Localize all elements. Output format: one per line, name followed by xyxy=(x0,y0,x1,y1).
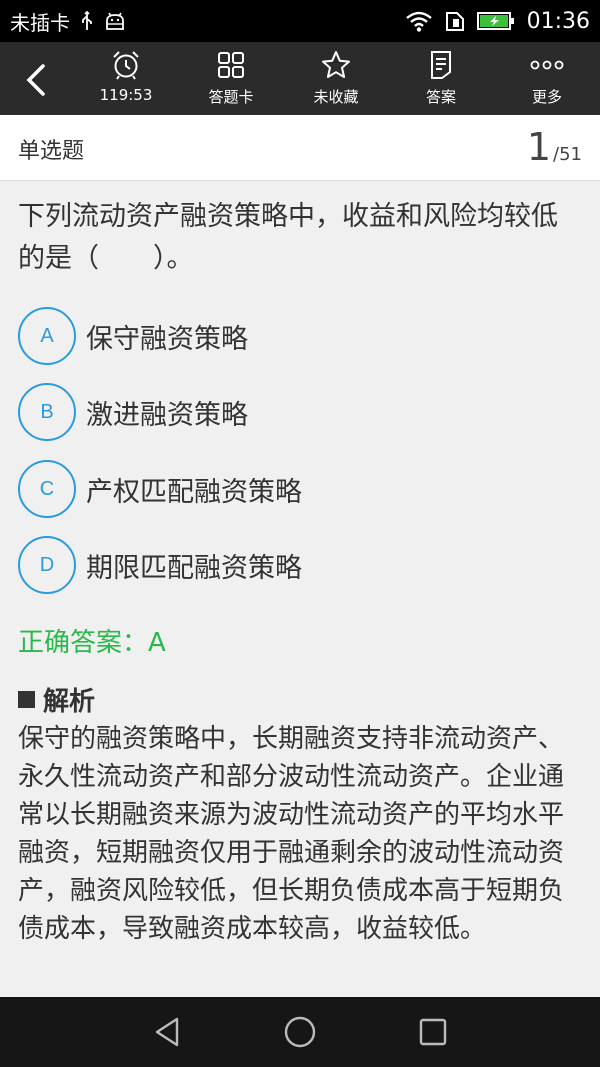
carrier-label: 未插卡 xyxy=(10,10,70,35)
option-a[interactable]: A 保守融资策略 xyxy=(18,306,588,366)
option-letter: C xyxy=(18,460,76,518)
question-type: 单选题 xyxy=(18,139,85,164)
option-d[interactable]: D 期限匹配融资策略 xyxy=(18,535,588,595)
more-button[interactable]: 更多 xyxy=(502,48,592,110)
clock: 01:36 xyxy=(526,8,590,34)
question-header: 单选题 1 /51 xyxy=(0,115,600,181)
battery-charging-icon xyxy=(476,11,515,31)
option-letter: B xyxy=(18,383,76,441)
analysis-title: 解析 xyxy=(18,681,95,718)
option-letter: A xyxy=(18,307,76,365)
alarm-clock-icon xyxy=(111,48,141,82)
back-button[interactable] xyxy=(14,58,58,102)
option-text: 激进融资策略 xyxy=(86,399,248,431)
status-bar: 未插卡 01:36 xyxy=(0,0,600,42)
toolbar: 119:53 答题卡 未收藏 答案 更多 xyxy=(0,42,600,115)
star-icon xyxy=(321,48,351,82)
circle-home-icon xyxy=(284,1016,316,1048)
more-label: 更多 xyxy=(531,88,562,106)
usb-icon xyxy=(80,11,94,31)
timer-label: 119:53 xyxy=(99,86,153,104)
answer-label: 答案 xyxy=(425,88,456,106)
nav-recents-button[interactable] xyxy=(413,1012,453,1052)
chevron-left-icon xyxy=(26,64,45,96)
option-text: 期限匹配融资策略 xyxy=(86,552,302,584)
square-bullet-icon xyxy=(18,691,35,708)
option-letter: D xyxy=(18,536,76,594)
square-recents-icon xyxy=(419,1018,447,1046)
no-sim-icon xyxy=(445,10,465,32)
navigation-bar xyxy=(0,997,600,1067)
favorite-label: 未收藏 xyxy=(313,88,359,106)
option-text: 产权匹配融资策略 xyxy=(86,476,302,508)
option-b[interactable]: B 激进融资策略 xyxy=(18,382,588,442)
timer-button[interactable]: 119:53 xyxy=(81,48,171,110)
grid-icon xyxy=(216,48,246,82)
answer-card-button[interactable]: 答题卡 xyxy=(186,48,276,110)
more-dots-icon xyxy=(530,48,564,82)
document-icon xyxy=(428,48,454,82)
question-counter: 1 /51 xyxy=(527,125,582,169)
option-c[interactable]: C 产权匹配融资策略 xyxy=(18,459,588,519)
triangle-back-icon xyxy=(155,1017,179,1047)
analysis-text: 保守的融资策略中，长期融资支持非流动资产、永久性流动资产和部分波动性流动资产。企… xyxy=(18,724,565,944)
option-text: 保守融资策略 xyxy=(86,323,248,355)
correct-answer: 正确答案：A xyxy=(18,628,166,658)
analysis-title-text: 解析 xyxy=(43,687,96,717)
total-questions: /51 xyxy=(553,144,582,165)
favorite-button[interactable]: 未收藏 xyxy=(291,48,381,110)
android-debug-icon xyxy=(104,11,126,31)
nav-back-button[interactable] xyxy=(147,1012,187,1052)
nav-home-button[interactable] xyxy=(280,1012,320,1052)
answer-button[interactable]: 答案 xyxy=(396,48,486,110)
wifi-icon xyxy=(405,10,433,32)
answer-card-label: 答题卡 xyxy=(208,88,254,106)
question-text: 下列流动资产融资策略中，收益和风险均较低的是（ ）。 xyxy=(18,201,558,274)
current-question-number: 1 xyxy=(526,125,552,169)
